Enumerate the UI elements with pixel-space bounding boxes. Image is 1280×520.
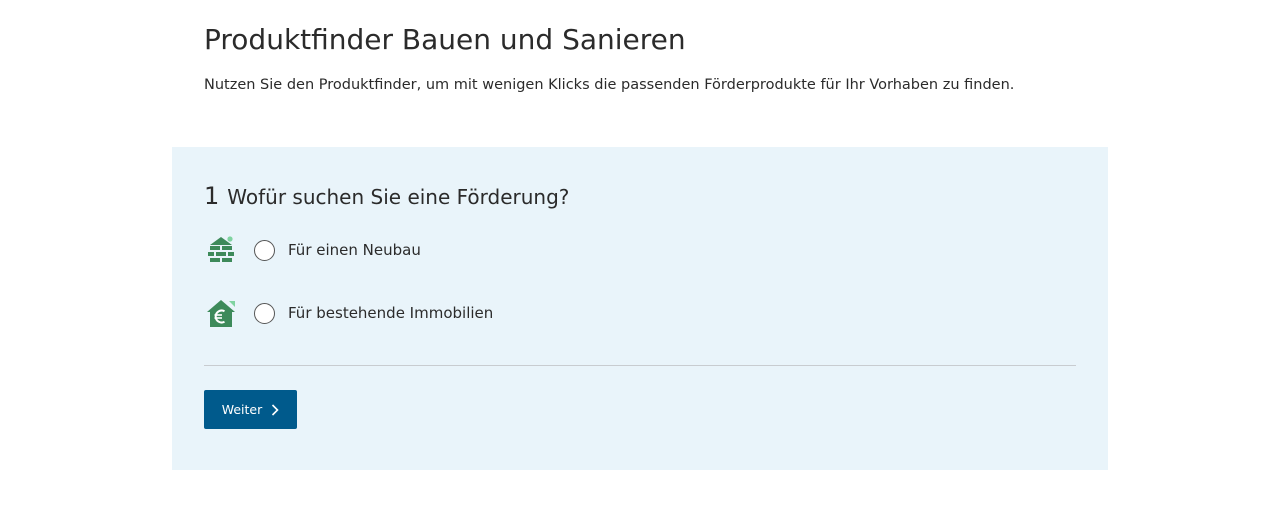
- option-neubau[interactable]: Für einen Neubau: [204, 233, 421, 267]
- euro-house-icon: [204, 296, 238, 330]
- radio-neubau[interactable]: [254, 239, 275, 261]
- next-button-label: Weiter: [221, 402, 263, 417]
- product-finder-panel: 1 Wofür suchen Sie eine Förderung? Für ei…: [172, 147, 1108, 470]
- radio-bestehende-immobilien[interactable]: [254, 302, 275, 324]
- divider: [204, 365, 1076, 366]
- option-label-neubau[interactable]: Für einen Neubau: [288, 241, 421, 259]
- intro-text: Nutzen Sie den Produktfinder, um mit wen…: [204, 77, 1015, 93]
- step-number: 1: [204, 182, 220, 210]
- option-label-bestehende-immobilien[interactable]: Für bestehende Immobilien: [288, 304, 493, 322]
- chevron-right-icon: [271, 403, 279, 416]
- brick-house-icon: [204, 233, 238, 267]
- question-text: Wofür suchen Sie eine Förderung?: [227, 185, 570, 209]
- page-title: Produktfinder Bauen und Sanieren: [204, 23, 686, 56]
- next-button[interactable]: Weiter: [204, 390, 297, 429]
- option-bestehende-immobilien[interactable]: Für bestehende Immobilien: [204, 296, 493, 330]
- question-heading: 1 Wofür suchen Sie eine Förderung?: [204, 182, 569, 210]
